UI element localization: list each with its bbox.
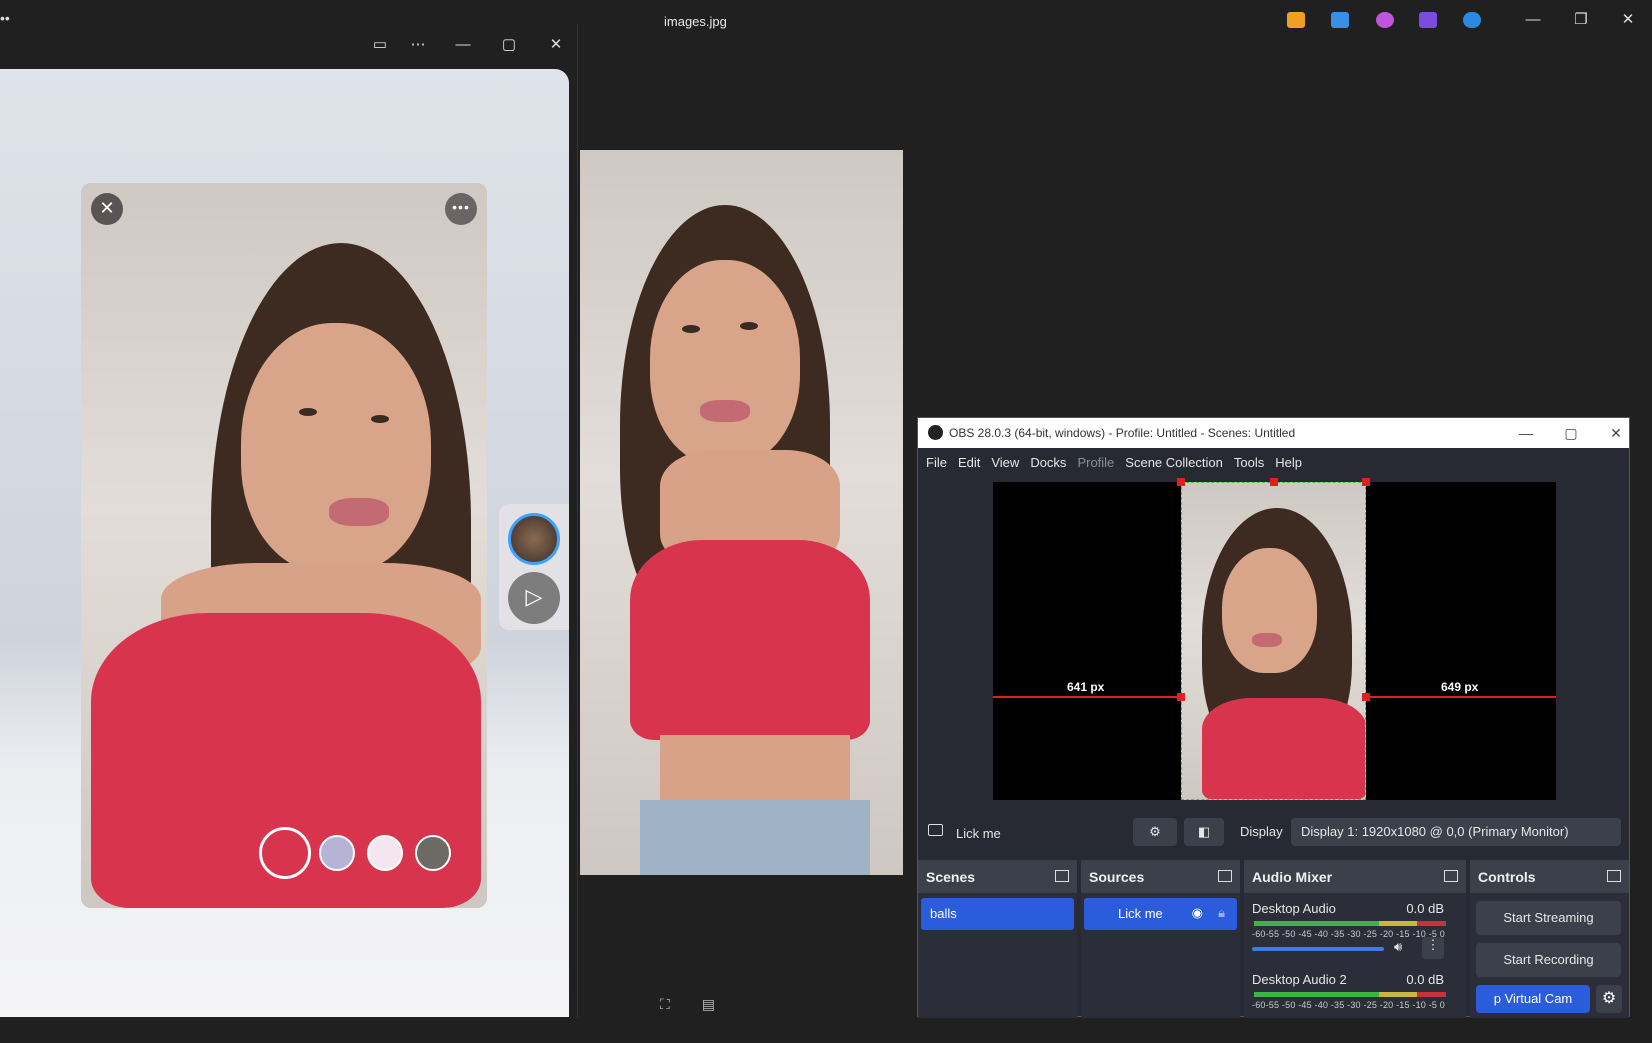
menu-help[interactable]: Help bbox=[1275, 455, 1302, 470]
volume-meter bbox=[1254, 992, 1446, 997]
resize-handle[interactable] bbox=[1177, 693, 1185, 701]
source-item-label: Lick me bbox=[1118, 906, 1163, 921]
visibility-eye-icon[interactable]: ◉ bbox=[1192, 905, 1203, 921]
meter-ticks: -60-55 -50 -45 -40 -35 -30 -25 -20 -15 -… bbox=[1252, 929, 1445, 939]
close-lens-button[interactable]: ✕ bbox=[91, 193, 123, 225]
resize-handle[interactable] bbox=[1362, 478, 1370, 486]
lock-icon[interactable]: 🔒︎ bbox=[1218, 905, 1225, 921]
source-properties-button[interactable]: ⚙ bbox=[1133, 818, 1177, 846]
lens-creator-avatar[interactable] bbox=[508, 513, 560, 565]
camera-toggle-icon[interactable]: ▭ bbox=[367, 33, 393, 57]
menu-tools[interactable]: Tools bbox=[1234, 455, 1264, 470]
controls-dock: Controls Start Streaming Start Recording… bbox=[1470, 860, 1629, 1018]
obs-minimize-button[interactable]: — bbox=[1511, 422, 1541, 444]
virtual-cam-button[interactable]: p Virtual Cam bbox=[1476, 985, 1590, 1013]
menu-scene-collection[interactable]: Scene Collection bbox=[1125, 455, 1223, 470]
mixer-channel: Desktop Audio 0.0 dB -60-55 -50 -45 -40 … bbox=[1244, 893, 1466, 968]
play-icon[interactable]: ▷ bbox=[508, 572, 560, 624]
left-distance-guide bbox=[993, 696, 1181, 698]
snap-maximize-button[interactable]: ▢ bbox=[496, 33, 522, 57]
snap-stage: ✕ ••• bbox=[0, 69, 569, 1017]
snap-more-icon[interactable]: ⋯ bbox=[405, 33, 431, 57]
viewer-close-button[interactable]: ✕ bbox=[1614, 8, 1642, 32]
mixer-channel: Desktop Audio 2 0.0 dB -60-55 -50 -45 -4… bbox=[1244, 968, 1466, 1043]
start-streaming-button[interactable]: Start Streaming bbox=[1476, 901, 1621, 935]
onedrive-icon[interactable] bbox=[1463, 12, 1481, 28]
controls-title: Controls bbox=[1478, 869, 1536, 885]
viewer-title: images.jpg bbox=[664, 14, 727, 29]
channel-level: 0.0 dB bbox=[1406, 972, 1444, 987]
viewer-bottom-toolbar: ⛶ ▤ bbox=[660, 996, 743, 1013]
obs-logo-icon bbox=[928, 425, 943, 440]
source-toolbar-name: Lick me bbox=[956, 825, 1001, 841]
menu-edit[interactable]: Edit bbox=[958, 455, 980, 470]
meter-ticks: -60-55 -50 -45 -40 -35 -30 -25 -20 -15 -… bbox=[1252, 1000, 1445, 1010]
obs-maximize-button[interactable]: ▢ bbox=[1556, 422, 1586, 444]
source-filters-button[interactable]: ◧ bbox=[1184, 818, 1224, 846]
obs-menubar: File Edit View Docks Profile Scene Colle… bbox=[918, 448, 1629, 476]
resize-handle[interactable] bbox=[1270, 478, 1278, 486]
selected-source[interactable] bbox=[1181, 482, 1366, 800]
copilot-icon[interactable] bbox=[1287, 12, 1305, 28]
scene-item[interactable]: balls bbox=[921, 898, 1074, 930]
channel-menu-icon[interactable]: ⋮ bbox=[1422, 937, 1444, 959]
snap-minimize-button[interactable]: — bbox=[450, 33, 476, 57]
snap-camera-window: ▭ ⋯ — ▢ ✕ ✕ ••• ▷ bbox=[0, 24, 578, 1017]
start-recording-button[interactable]: Start Recording bbox=[1476, 943, 1621, 977]
right-distance-guide bbox=[1366, 696, 1556, 698]
resize-handle[interactable] bbox=[1362, 693, 1370, 701]
audio-mixer-title: Audio Mixer bbox=[1252, 869, 1333, 885]
virtual-cam-row: p Virtual Cam ⚙ bbox=[1476, 985, 1622, 1015]
display-label: Display bbox=[1240, 824, 1283, 839]
resize-handle[interactable] bbox=[1177, 478, 1185, 486]
left-distance-label: 641 px bbox=[1067, 680, 1105, 694]
undock-icon[interactable] bbox=[1607, 870, 1621, 882]
obs-close-button[interactable]: ✕ bbox=[1601, 422, 1631, 444]
speaker-icon[interactable]: 🔊︎ bbox=[1394, 939, 1402, 955]
channel-name: Desktop Audio bbox=[1252, 901, 1336, 916]
shutter-button[interactable] bbox=[259, 827, 311, 879]
channel-level: 0.0 dB bbox=[1406, 901, 1444, 916]
source-item[interactable]: Lick me ◉ 🔒︎ bbox=[1084, 898, 1237, 930]
channel-name: Desktop Audio 2 bbox=[1252, 972, 1347, 987]
sources-dock: Sources Lick me ◉ 🔒︎ bbox=[1081, 860, 1240, 1018]
snap-titlebar: ▭ ⋯ — ▢ ✕ bbox=[0, 24, 577, 66]
menu-view[interactable]: View bbox=[991, 455, 1019, 470]
menu-docks[interactable]: Docks bbox=[1030, 455, 1066, 470]
display-select[interactable]: Display 1: 1920x1080 @ 0,0 (Primary Moni… bbox=[1291, 818, 1621, 846]
virtual-cam-settings-icon[interactable]: ⚙ bbox=[1596, 985, 1622, 1013]
undock-icon[interactable] bbox=[1218, 870, 1232, 882]
viewer-photo bbox=[580, 150, 903, 875]
scenes-dock: Scenes balls bbox=[918, 860, 1077, 1018]
obs-preview-canvas[interactable]: 641 px 649 px bbox=[993, 478, 1556, 800]
sources-title: Sources bbox=[1089, 869, 1145, 885]
designer-icon[interactable] bbox=[1331, 12, 1349, 28]
obs-title: OBS 28.0.3 (64-bit, windows) - Profile: … bbox=[949, 426, 1296, 440]
obs-titlebar: OBS 28.0.3 (64-bit, windows) - Profile: … bbox=[918, 418, 1629, 448]
right-distance-label: 649 px bbox=[1441, 680, 1479, 694]
menu-file[interactable]: File bbox=[926, 455, 947, 470]
video-editor-icon[interactable] bbox=[1419, 12, 1437, 28]
undock-icon[interactable] bbox=[1055, 870, 1069, 882]
source-toolbar: Lick me ⚙ ◧ Display Display 1: 1920x1080… bbox=[918, 814, 1629, 852]
monitor-icon bbox=[928, 824, 943, 836]
menu-profile[interactable]: Profile bbox=[1077, 455, 1114, 470]
text-scan-icon[interactable]: ▤ bbox=[702, 996, 715, 1012]
fullscreen-icon[interactable]: ⛶ bbox=[660, 996, 670, 1012]
scenes-title: Scenes bbox=[926, 869, 976, 885]
lens-thumbnail[interactable] bbox=[319, 835, 355, 871]
volume-meter bbox=[1254, 921, 1446, 926]
volume-fader[interactable] bbox=[1252, 947, 1384, 951]
lens-more-button[interactable]: ••• bbox=[445, 193, 477, 225]
obs-window: OBS 28.0.3 (64-bit, windows) - Profile: … bbox=[917, 417, 1630, 1018]
viewer-maximize-button[interactable]: ❐ bbox=[1567, 8, 1595, 32]
lens-thumbnail[interactable] bbox=[367, 835, 403, 871]
snap-close-button[interactable]: ✕ bbox=[543, 33, 569, 57]
audio-mixer-dock: Audio Mixer Desktop Audio 0.0 dB -60-55 … bbox=[1244, 860, 1466, 1018]
viewer-minimize-button[interactable]: — bbox=[1519, 8, 1547, 32]
undock-icon[interactable] bbox=[1444, 870, 1458, 882]
camera-preview: ✕ ••• bbox=[81, 183, 487, 908]
clipchamp-icon[interactable] bbox=[1376, 12, 1394, 28]
lens-thumbnail[interactable] bbox=[415, 835, 451, 871]
